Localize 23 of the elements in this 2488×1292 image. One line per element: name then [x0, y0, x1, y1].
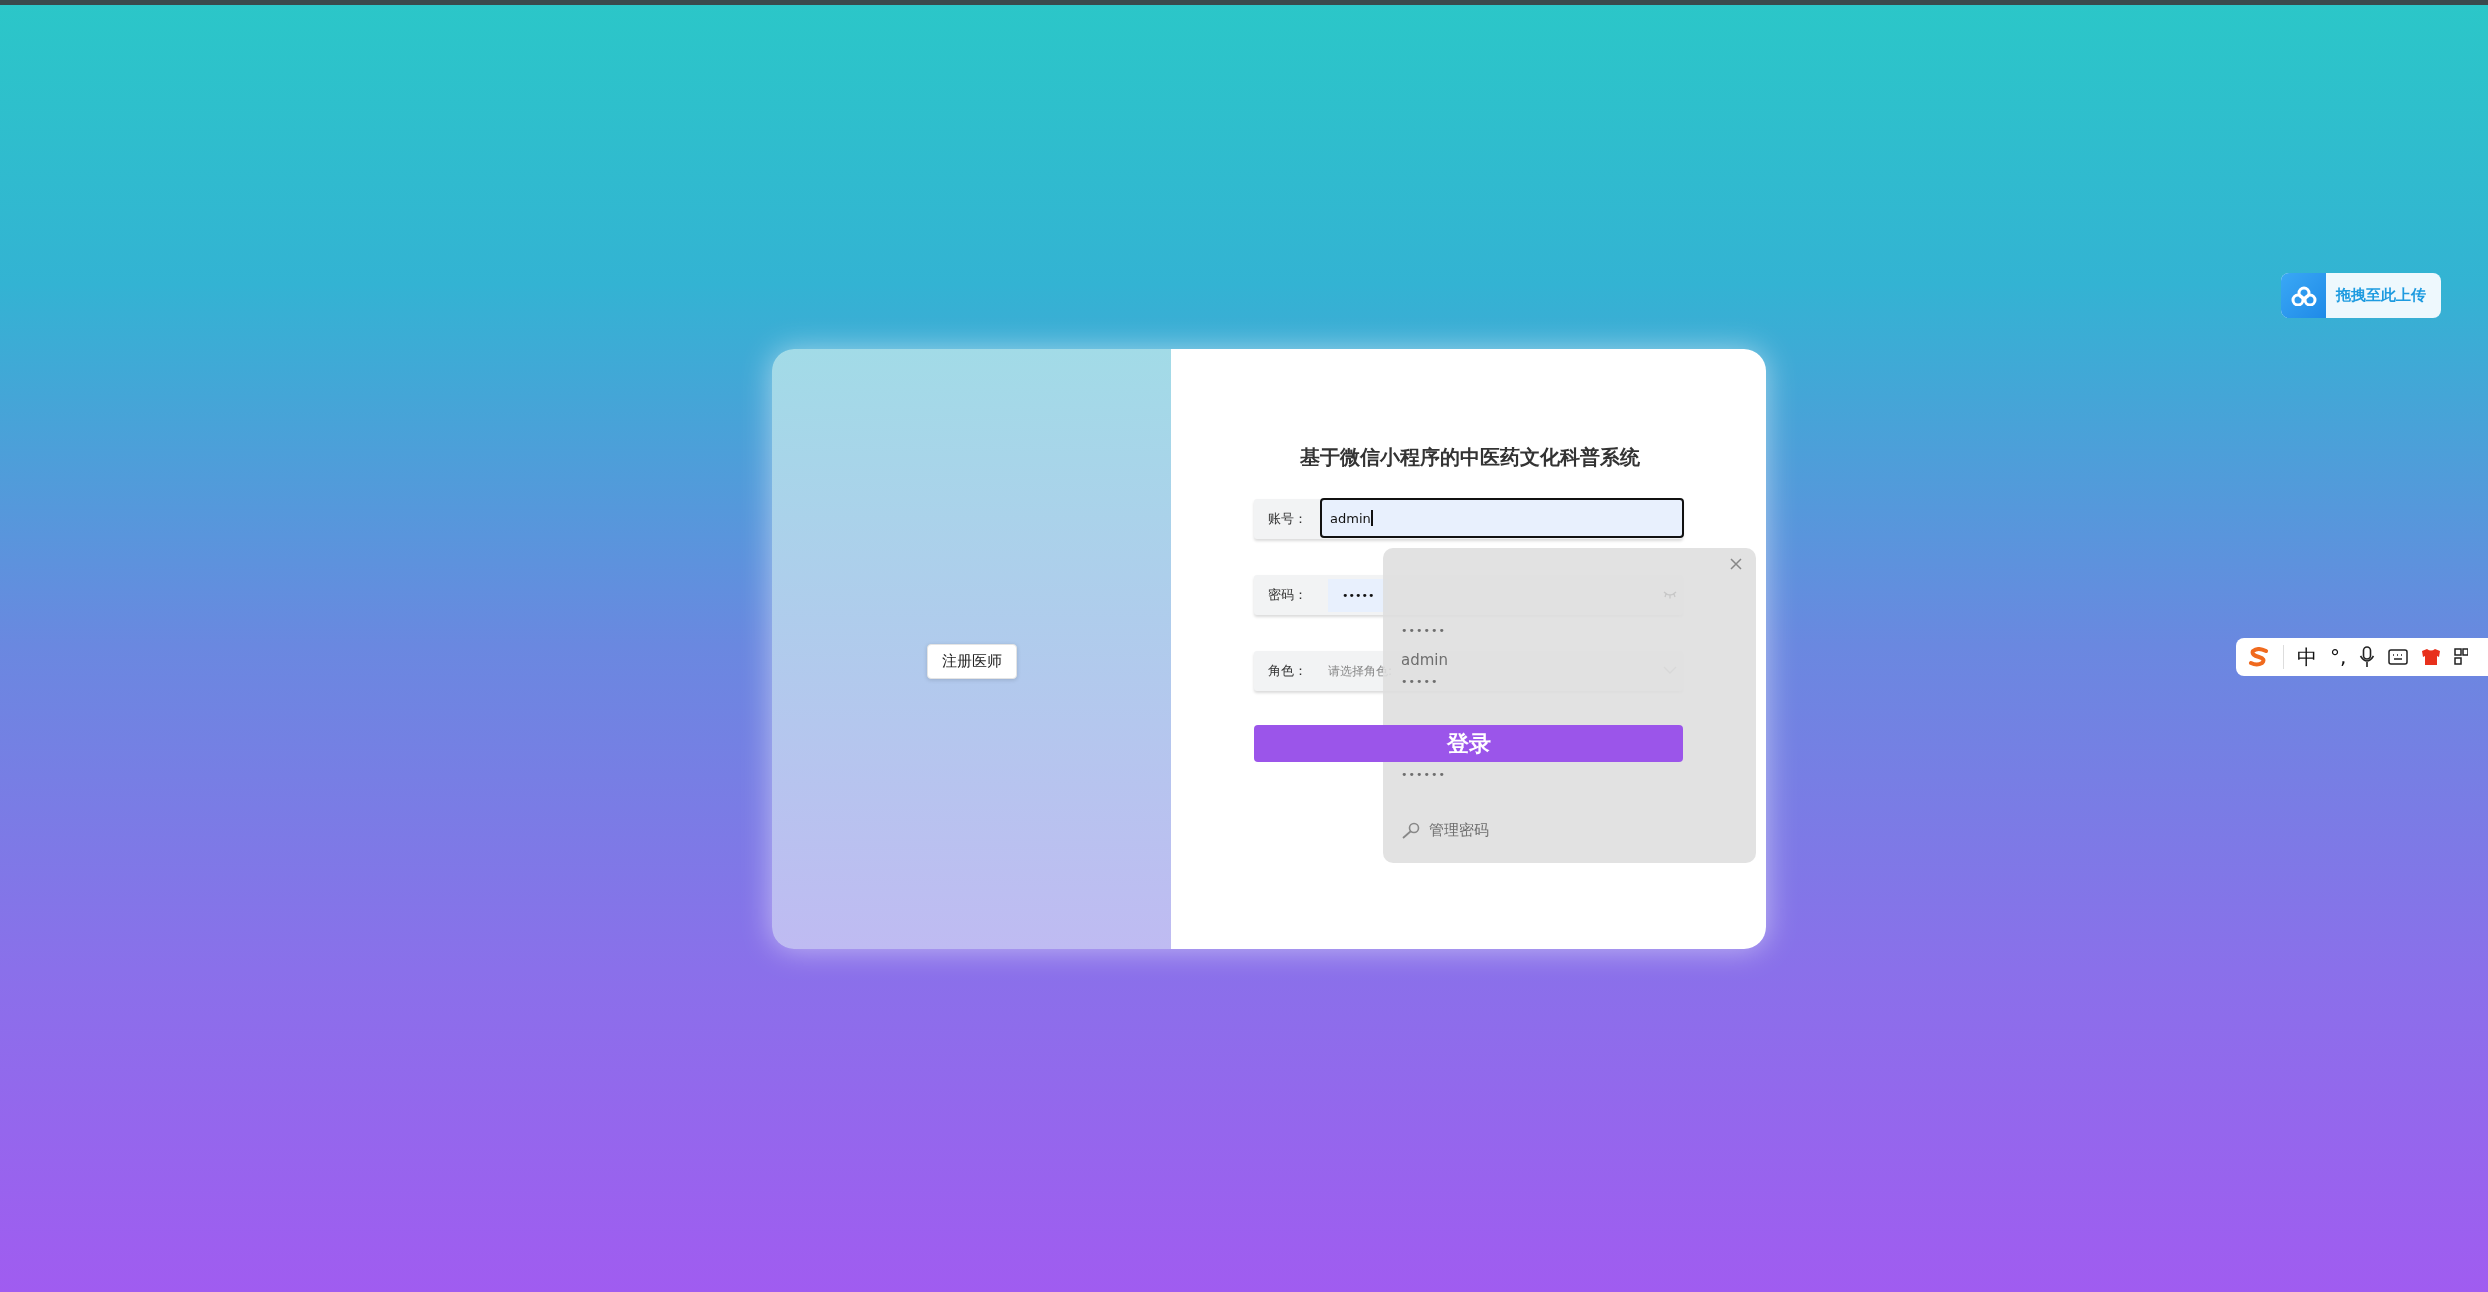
saved-password-dots: ••••••: [1401, 624, 1447, 637]
close-icon[interactable]: [1730, 558, 1742, 570]
saved-username[interactable]: admin: [1401, 651, 1756, 669]
ime-mode-key[interactable]: °,: [2330, 645, 2347, 669]
shirt-icon[interactable]: [2421, 648, 2442, 666]
keyboard-icon[interactable]: [2388, 649, 2409, 665]
manage-passwords-link[interactable]: 管理密码: [1429, 821, 1489, 840]
cloud-upload-icon[interactable]: [2281, 273, 2326, 318]
saved-password-dots: ••••••: [1401, 768, 1447, 781]
field-label: 账号：: [1266, 510, 1308, 528]
saved-password-dots: •••••: [1401, 675, 1440, 688]
ime-logo-icon[interactable]: [2248, 647, 2270, 667]
system-title: 基于微信小程序的中医药文化科普系统: [1300, 444, 1640, 471]
ime-mode-key[interactable]: 中: [2297, 643, 2317, 671]
login-button[interactable]: 登录: [1254, 725, 1683, 762]
grid-icon[interactable]: [2454, 648, 2469, 666]
microphone-icon[interactable]: [2359, 646, 2376, 668]
text-field[interactable]: admin: [1320, 498, 1684, 538]
field-label: 角色：: [1266, 662, 1308, 680]
register-doctor-button[interactable]: 注册医师: [926, 643, 1017, 679]
account-value: admin: [1330, 510, 1371, 526]
role-placeholder: 请选择角色:: [1328, 662, 1393, 680]
field-label: 密码：: [1266, 586, 1308, 604]
